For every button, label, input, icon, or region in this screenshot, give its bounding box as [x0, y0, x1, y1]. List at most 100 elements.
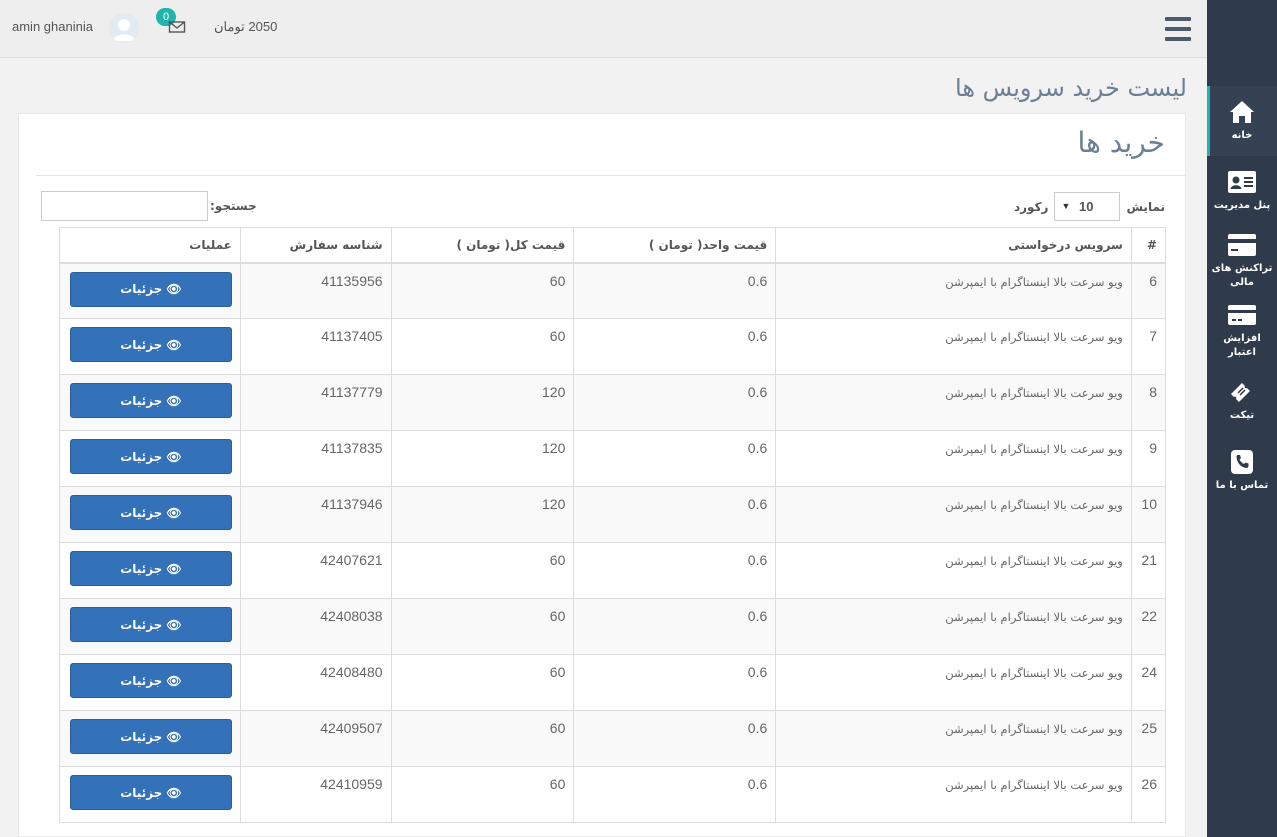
- sidebar-item-ticket[interactable]: تیکت: [1207, 366, 1277, 436]
- header-service[interactable]: سرویس درخواستی: [775, 227, 1132, 264]
- divider: [36, 175, 1185, 176]
- credit-card-icon: [1228, 234, 1256, 256]
- eye-icon: 👁: [166, 393, 182, 408]
- sidebar: خانه پنل مدیریت تراکنش های مالی افزایش ا…: [1207, 0, 1277, 837]
- details-button[interactable]: 👁 جزئیات: [69, 607, 232, 642]
- table-row: 8 ویو سرعت بالا اینستاگرام با ایمپرشن 0.…: [59, 374, 1167, 431]
- row-num: 7: [1130, 318, 1167, 375]
- row-service: ویو سرعت بالا اینستاگرام با ایمپرشن: [775, 262, 1132, 319]
- row-service: ویو سرعت بالا اینستاگرام با ایمپرشن: [775, 654, 1132, 711]
- sidebar-item-label: تیکت: [1229, 410, 1255, 421]
- row-service: ویو سرعت بالا اینستاگرام با ایمپرشن: [775, 318, 1132, 375]
- details-button[interactable]: 👁 جزئیات: [69, 327, 232, 362]
- user-name[interactable]: amin ghaninia: [12, 19, 93, 34]
- show-label: نمایش: [1126, 199, 1165, 214]
- card-plus-icon: [1228, 305, 1256, 325]
- details-button-label: جزئیات: [120, 449, 163, 464]
- row-order-id: 41135956: [239, 262, 392, 319]
- eye-icon: 👁: [166, 561, 182, 576]
- details-button-label: جزئیات: [120, 785, 163, 800]
- row-total-price: 60: [390, 598, 575, 655]
- header-actions[interactable]: عملیات: [59, 227, 241, 264]
- row-num: 9: [1130, 430, 1167, 487]
- eye-icon: 👁: [166, 505, 182, 520]
- table-row: 22 ویو سرعت بالا اینستاگرام با ایمپرشن 0…: [59, 598, 1167, 655]
- table-row: 9 ویو سرعت بالا اینستاگرام با ایمپرشن 0.…: [59, 430, 1167, 487]
- sidebar-item-home[interactable]: خانه: [1207, 86, 1277, 156]
- eye-icon: 👁: [166, 449, 182, 464]
- row-unit-price: 0.6: [573, 598, 777, 655]
- row-total-price: 120: [390, 374, 575, 431]
- table-row: 26 ویو سرعت بالا اینستاگرام با ایمپرشن 0…: [59, 766, 1167, 823]
- search-input[interactable]: [41, 191, 208, 221]
- sidebar-item-transactions[interactable]: تراکنش های مالی: [1207, 226, 1277, 296]
- row-unit-price: 0.6: [573, 542, 777, 599]
- row-num: 6: [1130, 262, 1167, 319]
- sidebar-item-label: تراکنش های مالی: [1211, 263, 1273, 288]
- id-card-icon: [1228, 171, 1256, 193]
- details-button[interactable]: 👁 جزئیات: [69, 495, 232, 530]
- row-num: 24: [1130, 654, 1167, 711]
- details-button[interactable]: 👁 جزئیات: [69, 439, 232, 474]
- details-button[interactable]: 👁 جزئیات: [69, 271, 232, 307]
- row-actions: 👁 جزئیات: [59, 654, 241, 711]
- row-unit-price: 0.6: [573, 710, 777, 767]
- row-service: ویو سرعت بالا اینستاگرام با ایمپرشن: [775, 542, 1132, 599]
- eye-icon: 👁: [166, 282, 182, 296]
- sidebar-item-label: پنل مدیریت: [1213, 200, 1271, 211]
- row-actions: 👁 جزئیات: [59, 710, 241, 767]
- details-button-label: جزئیات: [120, 393, 163, 408]
- details-button-label: جزئیات: [120, 337, 163, 352]
- sidebar-item-add-credit[interactable]: افزایش اعتبار: [1207, 296, 1277, 366]
- header-total-price[interactable]: قیمت کل( تومان ): [390, 227, 575, 264]
- menu-toggle-icon[interactable]: [1165, 17, 1191, 41]
- row-order-id: 42407621: [239, 542, 392, 599]
- details-button[interactable]: 👁 جزئیات: [69, 383, 232, 418]
- home-icon: [1230, 101, 1254, 123]
- header-order-id[interactable]: شناسه سفارش: [239, 227, 392, 264]
- table-row: 21 ویو سرعت بالا اینستاگرام با ایمپرشن 0…: [59, 542, 1167, 599]
- details-button-label: جزئیات: [120, 505, 163, 520]
- row-service: ویو سرعت بالا اینستاگرام با ایمپرشن: [775, 766, 1132, 823]
- sidebar-item-contact[interactable]: تماس با ما: [1207, 436, 1277, 506]
- eye-icon: 👁: [166, 617, 182, 632]
- row-service: ویو سرعت بالا اینستاگرام با ایمپرشن: [775, 486, 1132, 543]
- row-actions: 👁 جزئیات: [59, 318, 241, 375]
- search-label: جستجو:: [210, 199, 257, 213]
- ticket-icon: [1231, 383, 1250, 402]
- header-unit-price[interactable]: قیمت واحد( تومان ): [573, 227, 777, 264]
- row-order-id: 41137779: [239, 374, 392, 431]
- row-actions: 👁 جزئیات: [59, 430, 241, 487]
- details-button-label: جزئیات: [120, 561, 163, 576]
- row-num: 10: [1130, 486, 1167, 543]
- row-service: ویو سرعت بالا اینستاگرام با ایمپرشن: [775, 710, 1132, 767]
- card-title: خرید ها: [1077, 126, 1165, 159]
- caret-down-icon: ▼: [1061, 201, 1071, 211]
- page-size-select[interactable]: 10 ▼: [1054, 192, 1121, 221]
- eye-icon: 👁: [166, 673, 182, 688]
- avatar[interactable]: [109, 13, 139, 43]
- page-title: لیست خرید سرویس ها: [955, 74, 1187, 102]
- row-total-price: 60: [390, 654, 575, 711]
- row-total-price: 60: [390, 766, 575, 823]
- row-order-id: 41137835: [239, 430, 392, 487]
- details-button[interactable]: 👁 جزئیات: [69, 719, 232, 754]
- row-num: 22: [1130, 598, 1167, 655]
- row-order-id: 42408038: [239, 598, 392, 655]
- row-actions: 👁 جزئیات: [59, 598, 241, 655]
- details-button[interactable]: 👁 جزئیات: [69, 551, 232, 586]
- eye-icon: 👁: [166, 785, 182, 800]
- sidebar-item-admin-panel[interactable]: پنل مدیریت: [1207, 156, 1277, 226]
- mail-icon[interactable]: [168, 19, 186, 35]
- details-button[interactable]: 👁 جزئیات: [69, 775, 232, 810]
- row-num: 21: [1130, 542, 1167, 599]
- details-button-label: جزئیات: [120, 729, 163, 744]
- details-button-label: جزئیات: [120, 282, 163, 296]
- row-num: 26: [1130, 766, 1167, 823]
- row-unit-price: 0.6: [573, 374, 777, 431]
- records-label: رکورد: [1013, 199, 1049, 214]
- row-unit-price: 0.6: [573, 430, 777, 487]
- header-num[interactable]: #: [1130, 227, 1167, 264]
- details-button[interactable]: 👁 جزئیات: [69, 663, 232, 698]
- table-row: 10 ویو سرعت بالا اینستاگرام با ایمپرشن 0…: [59, 486, 1167, 543]
